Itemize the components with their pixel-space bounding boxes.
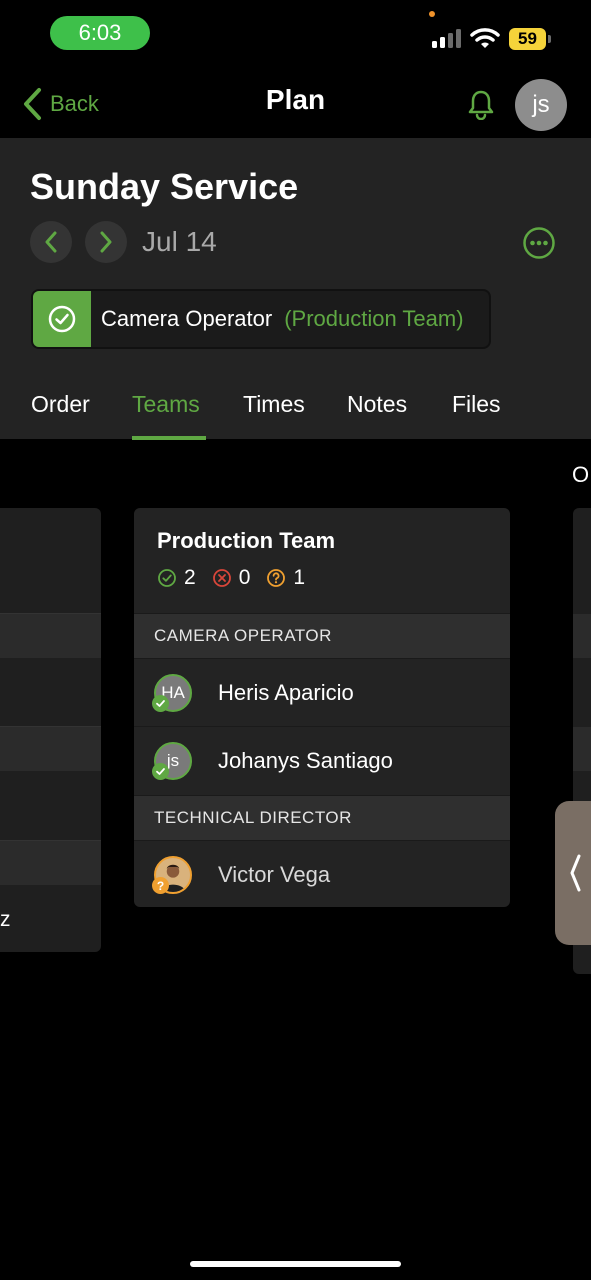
section-header bbox=[573, 727, 591, 771]
more-options-icon[interactable] bbox=[522, 226, 556, 260]
navigation-bar: Back Plan js bbox=[0, 70, 591, 138]
tab-teams[interactable]: Teams bbox=[132, 391, 200, 439]
privacy-indicator-dot bbox=[429, 11, 435, 17]
x-circle-icon bbox=[212, 569, 231, 587]
bell-icon[interactable] bbox=[466, 88, 496, 120]
section-header bbox=[0, 727, 101, 771]
role-position: Camera Operator bbox=[101, 306, 273, 331]
my-role-status[interactable]: Camera Operator (Production Team) bbox=[31, 289, 491, 349]
section-header bbox=[0, 841, 101, 885]
member-name: Johanys Santiago bbox=[218, 747, 393, 773]
back-label: Back bbox=[50, 91, 99, 116]
check-circle-icon bbox=[158, 569, 176, 587]
status-time[interactable]: 6:03 bbox=[50, 16, 150, 50]
team-name: Production Team bbox=[157, 528, 336, 553]
battery-icon: 59 bbox=[509, 28, 551, 50]
confirmed-badge-icon bbox=[152, 763, 169, 780]
team-status-counts: 2 0 1 bbox=[157, 565, 321, 591]
chevron-left-icon bbox=[570, 854, 581, 892]
plan-tabs: Order Teams Times Notes Files bbox=[0, 391, 591, 440]
member-name-fragment: z bbox=[0, 908, 11, 931]
offscreen-card-header: O bbox=[572, 462, 590, 487]
user-avatar-button[interactable]: js bbox=[515, 79, 567, 131]
wifi-icon bbox=[470, 28, 500, 48]
battery-tip bbox=[548, 35, 551, 43]
previous-date-button[interactable] bbox=[30, 221, 72, 263]
plan-title: Sunday Service bbox=[30, 166, 299, 207]
team-member-row[interactable]: ? Victor Vega bbox=[134, 840, 510, 907]
member-name: Victor Vega bbox=[218, 861, 331, 887]
pending-count: 1 bbox=[266, 566, 305, 590]
tab-notes[interactable]: Notes bbox=[347, 391, 407, 439]
team-card[interactable]: Production Team 2 0 1 CAMERA OPERATOR HA… bbox=[134, 508, 510, 907]
confirmed-count-value: 2 bbox=[184, 566, 196, 589]
team-member-row[interactable]: HA Heris Aparicio bbox=[134, 658, 510, 726]
tab-times[interactable]: Times bbox=[243, 391, 305, 439]
chevron-left-icon bbox=[45, 231, 57, 253]
expand-panel-handle[interactable] bbox=[555, 801, 591, 945]
plan-date: Jul 14 bbox=[142, 226, 217, 257]
active-tab-indicator bbox=[132, 436, 206, 440]
declined-count-value: 0 bbox=[238, 566, 251, 589]
question-circle-icon bbox=[267, 569, 286, 587]
pending-count-value: 1 bbox=[293, 566, 306, 589]
role-team: (Production Team) bbox=[284, 306, 464, 331]
check-circle-icon bbox=[48, 305, 76, 333]
next-date-button[interactable] bbox=[85, 221, 127, 263]
section-header bbox=[0, 614, 101, 658]
date-navigator: Jul 14 bbox=[30, 221, 217, 263]
home-indicator[interactable] bbox=[190, 1261, 401, 1267]
pending-badge-icon: ? bbox=[152, 877, 169, 894]
previous-team-card[interactable]: z bbox=[0, 508, 101, 952]
member-name: Heris Aparicio bbox=[218, 679, 354, 705]
status-bar: 6:03 59 bbox=[0, 0, 591, 70]
battery-level: 59 bbox=[509, 28, 546, 50]
back-button[interactable]: Back bbox=[22, 86, 99, 122]
confirmed-badge-icon bbox=[152, 695, 169, 712]
chevron-right-icon bbox=[100, 231, 112, 253]
position-header-technical-director: TECHNICAL DIRECTOR bbox=[134, 795, 510, 840]
tab-order[interactable]: Order bbox=[31, 391, 90, 439]
declined-count: 0 bbox=[212, 566, 251, 590]
confirmed-status-button[interactable] bbox=[33, 291, 91, 347]
confirmed-count: 2 bbox=[157, 566, 196, 590]
team-member-row[interactable]: js Johanys Santiago bbox=[134, 726, 510, 794]
chevron-left-icon bbox=[24, 88, 41, 120]
plan-header: Sunday Service Jul 14 Camera Operator (P… bbox=[0, 138, 591, 440]
position-header-camera-operator: CAMERA OPERATOR bbox=[134, 613, 510, 658]
section-header bbox=[573, 614, 591, 658]
tab-files[interactable]: Files bbox=[452, 391, 501, 439]
cellular-signal-icon bbox=[432, 29, 461, 48]
